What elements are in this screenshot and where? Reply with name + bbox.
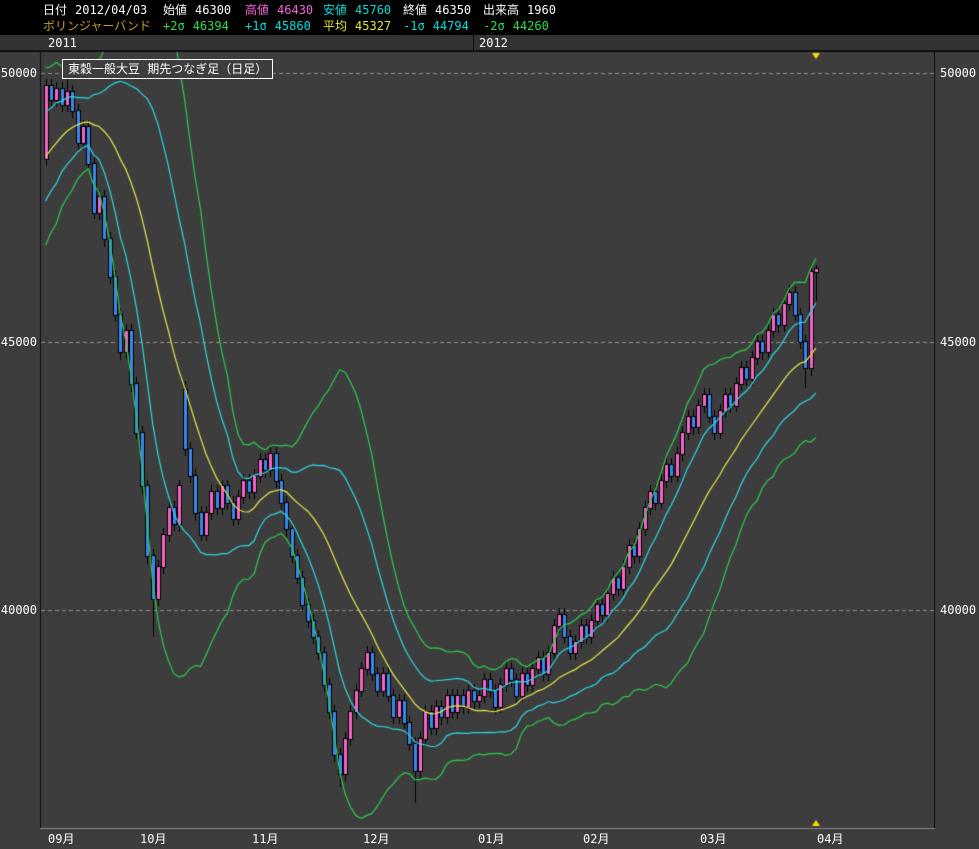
x-axis-month-label: 02月 [583,832,609,846]
header-field-value: 2012/04/03 [75,3,147,17]
header-field-value: 45860 [275,19,311,33]
header-field-value: 45760 [355,3,391,17]
header-field-row2-1: +2σ 46394 [163,18,229,34]
y-axis-label-right: 45000 [940,335,976,349]
year-label: 2012 [479,36,508,50]
instrument-title: 東穀一般大豆 期先つなぎ足（日足） [68,62,267,76]
header-field-row1-4: 終値 46350 [403,2,471,18]
header-field-value: 46394 [193,19,229,33]
year-strip: 2011 2012 [0,35,979,50]
quote-header: 日付 2012/04/03 始値 46300 高値 46430 安値 45760 終値 46350… [0,0,979,35]
y-axis-label-right: 50000 [940,66,976,80]
header-field-row1-5: 出来高 1960 [483,2,556,18]
candlestick-chart-canvas[interactable] [0,0,979,849]
header-field-row1-1: 始値 46300 [163,2,231,18]
header-field-value: 46300 [195,3,231,17]
header-field-value: 46430 [277,3,313,17]
header-field-row1-2: 高値 46430 [245,2,313,18]
instrument-title-box: 東穀一般大豆 期先つなぎ足（日足） [62,59,273,79]
x-axis-month-label: 01月 [478,832,504,846]
y-axis-label-left: 50000 [0,66,37,80]
header-field-value: 46350 [435,3,471,17]
y-axis-label-right: 40000 [940,603,976,617]
y-axis-label-left: 45000 [0,335,37,349]
header-field-label: ボリンジャーバンド [43,19,151,33]
x-axis-month-label: 04月 [817,832,843,846]
header-field-label: +2σ [163,19,185,33]
header-field-label: 始値 [163,3,187,17]
header-field-row2-2: +1σ 45860 [245,18,311,34]
y-axis-label-left: 40000 [0,603,37,617]
header-field-row1-0: 日付 2012/04/03 [43,2,147,18]
header-field-row1-3: 安値 45760 [323,2,391,18]
x-axis-month-label: 09月 [48,832,74,846]
x-axis-month-label: 12月 [363,832,389,846]
header-field-value: 44260 [513,19,549,33]
year-divider [473,35,474,50]
x-axis-month-label: 10月 [140,832,166,846]
x-axis-month-label: 03月 [700,832,726,846]
header-field-label: -2σ [483,19,505,33]
header-field-row2-5: -2σ 44260 [483,18,549,34]
trading-chart-window: 日付 2012/04/03 始値 46300 高値 46430 安値 45760 終値 46350… [0,0,979,849]
x-axis-month-label: 11月 [252,832,278,846]
header-field-label: 出来高 [483,3,519,17]
header-field-label: -1σ [403,19,425,33]
header-field-label: 日付 [43,3,67,17]
header-field-label: 高値 [245,3,269,17]
header-field-value: 45327 [355,19,391,33]
header-field-row2-3: 平均 45327 [323,18,391,34]
header-field-value: 44794 [433,19,469,33]
header-field-row2-4: -1σ 44794 [403,18,469,34]
header-field-label: 終値 [403,3,427,17]
header-field-value: 1960 [527,3,556,17]
header-field-label: 安値 [323,3,347,17]
header-field-label: +1σ [245,19,267,33]
header-field-label: 平均 [323,19,347,33]
year-label: 2011 [48,36,77,50]
header-field-row2-0: ボリンジャーバンド [43,18,151,34]
